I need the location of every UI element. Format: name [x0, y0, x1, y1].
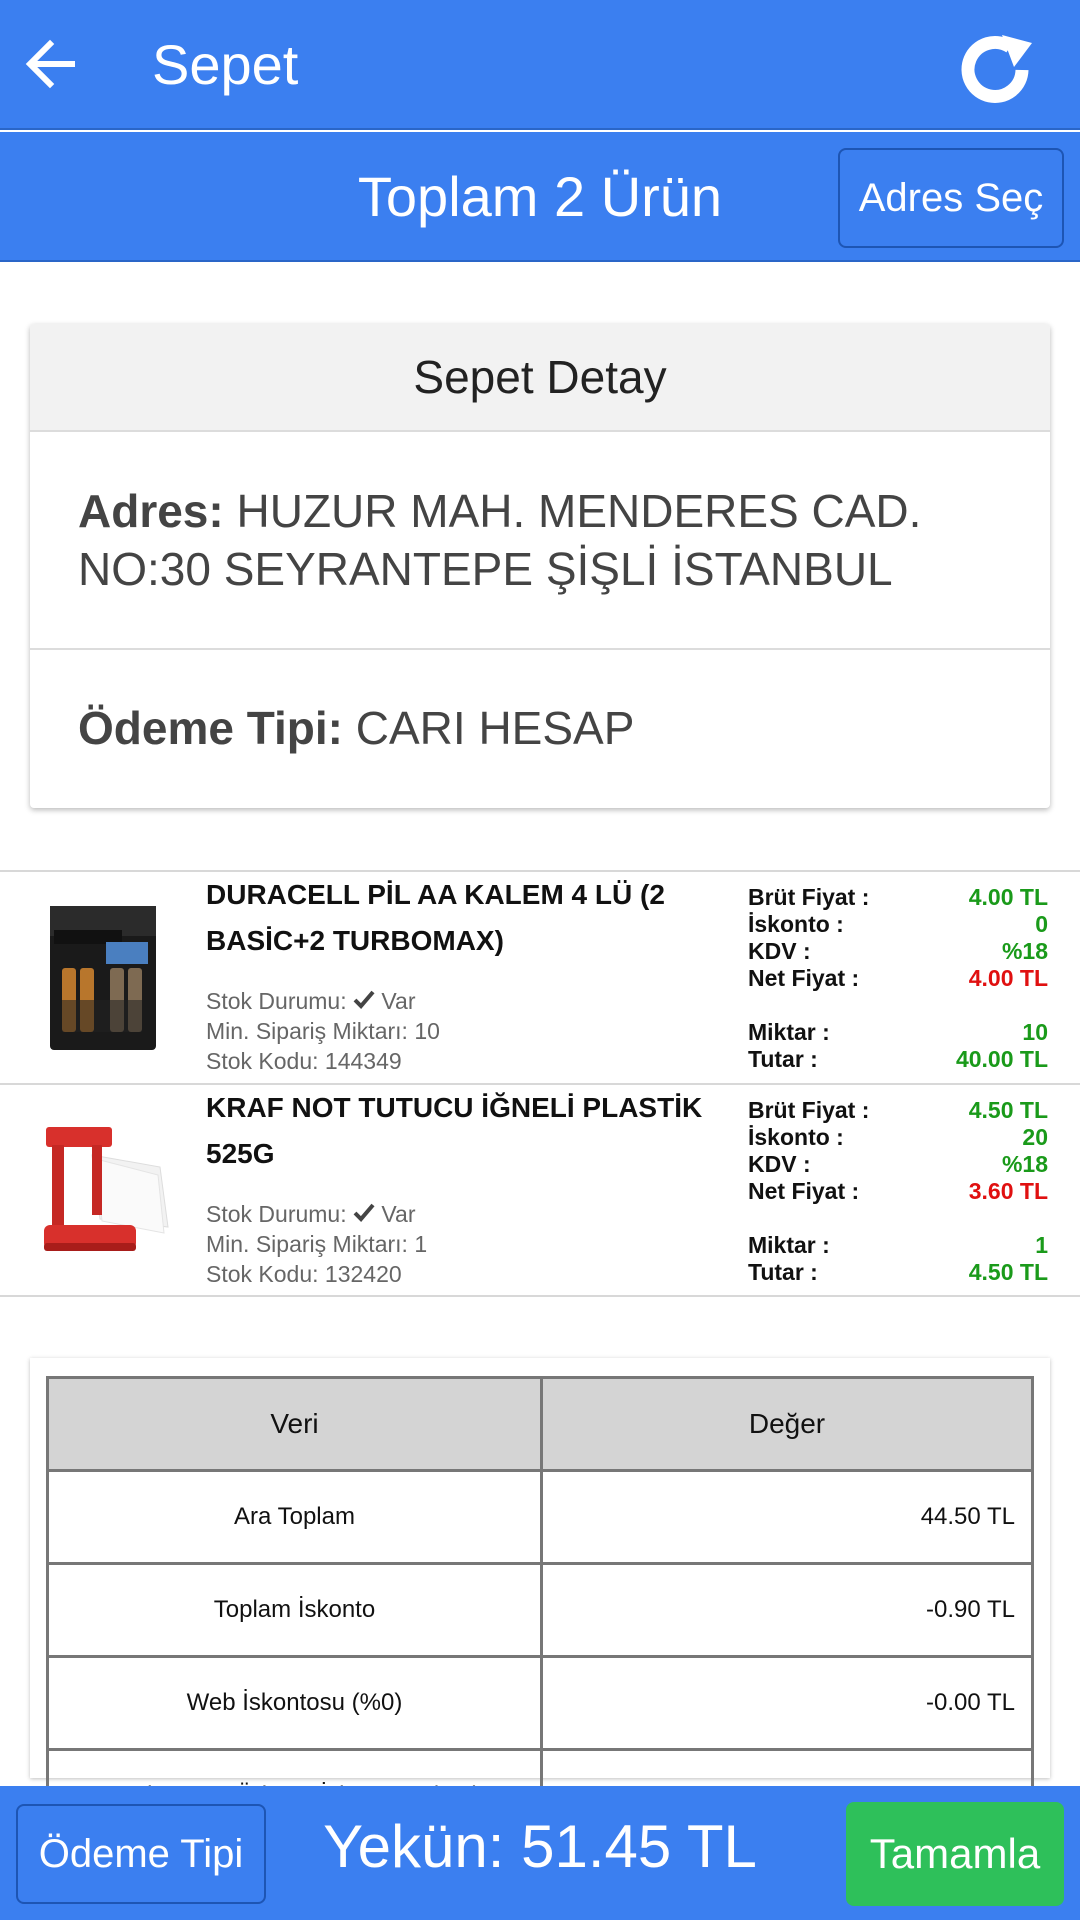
payment-type-row: Ödeme Tipi: CARI HESAP — [30, 650, 1050, 806]
discount-label: İskonto : — [748, 1124, 844, 1150]
quantity-value: 1 — [1035, 1232, 1048, 1258]
net-price-label: Net Fiyat : — [748, 1178, 860, 1204]
vat-value: %18 — [1001, 938, 1048, 964]
gross-price-label: Brüt Fiyat : — [748, 884, 870, 910]
refresh-button[interactable] — [950, 25, 1040, 115]
amount-value: 40.00 TL — [955, 1046, 1048, 1072]
table-cell-value: 44.50 TL — [540, 1469, 1034, 1565]
select-address-button[interactable]: Adres Seç — [838, 148, 1064, 248]
vat-value: %18 — [1001, 1151, 1048, 1177]
product-name: KRAF NOT TUTUCU İĞNELİ PLASTİK 525G — [206, 1092, 703, 1169]
stock-status-value: Var — [381, 1201, 416, 1227]
min-order-qty: Min. Sipariş Miktarı: 1 — [206, 1231, 428, 1257]
gross-price: 4.50 TL — [968, 1097, 1048, 1123]
checkmark-icon — [353, 990, 375, 1009]
quantity-label: Miktar : — [748, 1232, 830, 1258]
cart-item[interactable]: DURACELL PİL AA KALEM 4 LÜ (2 BASİC+2 TU… — [0, 870, 1080, 1084]
stock-status-value: Var — [381, 988, 416, 1014]
page-title: Sepet — [152, 32, 299, 96]
stock-status: Stok Durumu: Var — [206, 986, 415, 1016]
stock-status-label: Stok Durumu: — [206, 1201, 347, 1227]
table-cell-label: Web İskontosu (%0) — [46, 1655, 543, 1751]
net-price-label: Net Fiyat : — [748, 965, 860, 991]
quantity-label: Miktar : — [748, 1019, 830, 1045]
table-cell-label: Ara Toplam — [46, 1469, 543, 1565]
amount-label: Tutar : — [748, 1259, 818, 1285]
discount-value: 20 — [1022, 1124, 1048, 1150]
amount-label: Tutar : — [748, 1046, 818, 1072]
stock-status: Stok Durumu: Var — [206, 1199, 415, 1229]
table-row: Ara Toplam 44.50 TL — [46, 1469, 1034, 1565]
price-details: Brüt Fiyat : 4.50 TL İskonto : 20 KDV : %18… — [748, 1097, 1048, 1286]
column-header: Veri — [46, 1376, 543, 1472]
grand-total: Yekün: 51.45 TL — [323, 1813, 757, 1880]
table-header-row: Veri Değer — [46, 1376, 1034, 1472]
cart-item[interactable]: KRAF NOT TUTUCU İĞNELİ PLASTİK 525G Stok… — [0, 1083, 1080, 1297]
price-details: Brüt Fiyat :4.00 TL İskonto :0 KDV : %18 … — [748, 884, 1048, 1073]
gross-price-label: Brüt Fiyat : — [748, 1097, 870, 1123]
payment-type-button[interactable]: Ödeme Tipi — [16, 1804, 266, 1904]
discount-value: 0 — [1035, 911, 1048, 937]
table-cell-value: -0.90 TL — [540, 1562, 1034, 1658]
table-row: Toplam İskonto -0.90 TL — [46, 1562, 1034, 1658]
amount-value: 4.50 TL — [968, 1259, 1048, 1285]
gross-price: 4.00 TL — [968, 884, 1048, 910]
address-label: Adres: — [78, 485, 224, 537]
product-name: DURACELL PİL AA KALEM 4 LÜ (2 BASİC+2 TU… — [206, 879, 665, 956]
payment-type-label: Ödeme Tipi: — [78, 702, 343, 754]
stock-code: Stok Kodu: 144349 — [206, 1048, 402, 1074]
address-row: Adres: HUZUR MAH. MENDERES CAD. NO:30 SE… — [30, 432, 1050, 650]
summary-table: Veri Değer Ara Toplam 44.50 TL Toplam İs… — [46, 1376, 1034, 1844]
back-arrow-icon — [25, 39, 75, 89]
stock-status-label: Stok Durumu: — [206, 988, 347, 1014]
stock-code: Stok Kodu: 132420 — [206, 1261, 402, 1287]
table-cell-label: Toplam İskonto — [46, 1562, 543, 1658]
app-bar: Sepet — [0, 0, 1080, 130]
summary-card: Veri Değer Ara Toplam 44.50 TL Toplam İs… — [30, 1358, 1050, 1844]
back-button[interactable] — [0, 0, 100, 129]
discount-label: İskonto : — [748, 911, 844, 937]
table-row: Web İskontosu (%0) -0.00 TL — [46, 1655, 1034, 1751]
cart-summary-bar: Toplam 2 Ürün Adres Seç — [0, 132, 1080, 262]
product-image-note-holder — [40, 1115, 170, 1265]
bottom-bar: Ödeme Tipi Yekün: 51.45 TL Tamamla — [0, 1786, 1080, 1920]
net-price: 3.60 TL — [968, 1178, 1048, 1204]
payment-type-value: CARI HESAP — [355, 702, 635, 754]
product-image-battery — [50, 906, 156, 1050]
quantity-value: 10 — [1022, 1019, 1048, 1045]
table-cell-value: -0.00 TL — [540, 1655, 1034, 1751]
min-order-qty: Min. Sipariş Miktarı: 10 — [206, 1018, 440, 1044]
column-header: Değer — [540, 1376, 1034, 1472]
complete-button[interactable]: Tamamla — [846, 1802, 1064, 1906]
refresh-icon — [961, 35, 1032, 103]
vat-label: KDV : — [748, 1151, 811, 1177]
cart-detail-card: Sepet Detay Adres: HUZUR MAH. MENDERES C… — [30, 324, 1050, 808]
cart-detail-title: Sepet Detay — [30, 324, 1050, 432]
vat-label: KDV : — [748, 938, 811, 964]
checkmark-icon — [353, 1203, 375, 1222]
net-price: 4.00 TL — [968, 965, 1048, 991]
